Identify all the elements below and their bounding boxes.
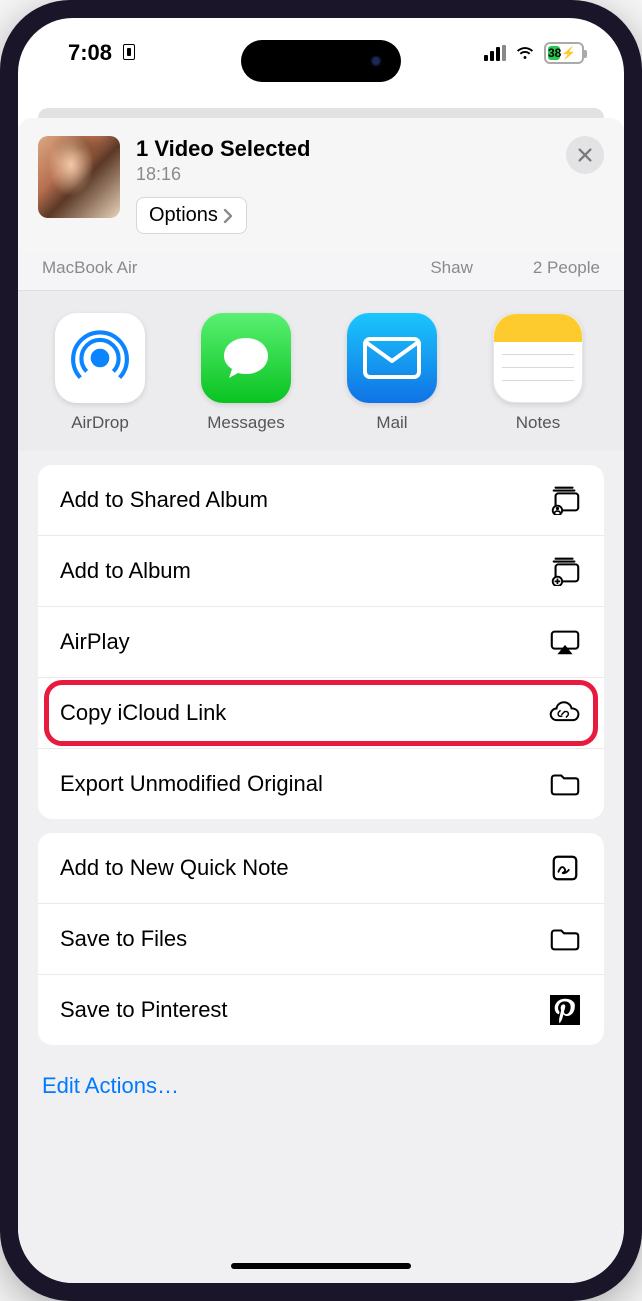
action-label: Add to Album bbox=[60, 558, 191, 584]
action-label: Add to New Quick Note bbox=[60, 855, 289, 881]
header-title: 1 Video Selected bbox=[136, 136, 550, 162]
action-label: AirPlay bbox=[60, 629, 130, 655]
folder-icon bbox=[548, 924, 582, 954]
close-icon bbox=[576, 146, 594, 164]
action-export-original[interactable]: Export Unmodified Original bbox=[38, 749, 604, 819]
status-card-icon bbox=[123, 44, 135, 60]
mail-icon bbox=[347, 313, 437, 403]
status-right: 38⚡ bbox=[484, 42, 584, 64]
airplay-icon bbox=[548, 627, 582, 657]
sheet-header: 1 Video Selected 18:16 Options bbox=[18, 118, 624, 252]
action-group: Add to Shared Album Add to Album AirPlay… bbox=[38, 465, 604, 819]
chevron-right-icon bbox=[222, 208, 234, 224]
quick-note-icon bbox=[548, 853, 582, 883]
action-save-pinterest[interactable]: Save to Pinterest bbox=[38, 975, 604, 1045]
share-sheet: 1 Video Selected 18:16 Options MacBook A… bbox=[18, 118, 624, 1283]
cellular-icon bbox=[484, 45, 506, 61]
action-group: Add to New Quick Note Save to Files Save… bbox=[38, 833, 604, 1045]
status-time: 7:08 bbox=[68, 40, 112, 66]
phone-frame: 7:08 38⚡ 1 Video Selected 18:16 bbox=[0, 0, 642, 1301]
app-notes[interactable]: Notes bbox=[474, 313, 602, 433]
apps-row[interactable]: AirDrop Messages Mail bbox=[18, 291, 624, 451]
battery-icon: 38⚡ bbox=[544, 42, 584, 64]
airdrop-target-label: MacBook Air bbox=[42, 258, 137, 277]
edit-actions-label: Edit Actions… bbox=[42, 1073, 179, 1098]
options-button[interactable]: Options bbox=[136, 197, 247, 234]
home-indicator[interactable] bbox=[231, 1263, 411, 1269]
app-label: Messages bbox=[182, 413, 310, 433]
volume-up-button bbox=[0, 310, 2, 385]
airdrop-target[interactable]: MacBook Air bbox=[42, 258, 137, 278]
side-button bbox=[0, 240, 2, 280]
dynamic-island bbox=[241, 40, 401, 82]
app-airdrop[interactable]: AirDrop bbox=[36, 313, 164, 433]
action-label: Add to Shared Album bbox=[60, 487, 268, 513]
header-info: 1 Video Selected 18:16 Options bbox=[136, 136, 550, 234]
shared-album-icon bbox=[548, 485, 582, 515]
app-mail[interactable]: Mail bbox=[328, 313, 456, 433]
action-airplay[interactable]: AirPlay bbox=[38, 607, 604, 678]
airdrop-targets-row[interactable]: MacBook Air Shaw 2 People bbox=[18, 252, 624, 291]
close-button[interactable] bbox=[566, 136, 604, 174]
app-label: AirDrop bbox=[36, 413, 164, 433]
action-save-files[interactable]: Save to Files bbox=[38, 904, 604, 975]
messages-icon bbox=[201, 313, 291, 403]
options-label: Options bbox=[149, 204, 218, 227]
action-add-shared-album[interactable]: Add to Shared Album bbox=[38, 465, 604, 536]
action-copy-icloud-link[interactable]: Copy iCloud Link bbox=[38, 678, 604, 749]
notes-icon bbox=[493, 313, 583, 403]
media-thumbnail[interactable] bbox=[38, 136, 120, 218]
action-label: Export Unmodified Original bbox=[60, 771, 323, 797]
action-quick-note[interactable]: Add to New Quick Note bbox=[38, 833, 604, 904]
volume-down-button bbox=[0, 400, 2, 475]
action-label: Save to Files bbox=[60, 926, 187, 952]
app-messages[interactable]: Messages bbox=[182, 313, 310, 433]
add-album-icon bbox=[548, 556, 582, 586]
airdrop-target[interactable]: 2 People bbox=[533, 258, 600, 278]
app-label: Notes bbox=[474, 413, 602, 433]
actions-wrap: Add to Shared Album Add to Album AirPlay… bbox=[18, 451, 624, 1127]
airdrop-icon bbox=[55, 313, 145, 403]
action-label: Copy iCloud Link bbox=[60, 700, 226, 726]
app-label: Mail bbox=[328, 413, 456, 433]
airdrop-target-label: 2 People bbox=[533, 258, 600, 277]
icloud-link-icon bbox=[548, 698, 582, 728]
airdrop-target[interactable]: Shaw bbox=[430, 258, 473, 278]
folder-icon bbox=[548, 769, 582, 799]
airdrop-target-label: Shaw bbox=[430, 258, 473, 277]
sheet-stack-indicator bbox=[38, 108, 604, 118]
pinterest-icon bbox=[548, 995, 582, 1025]
edit-actions-link[interactable]: Edit Actions… bbox=[38, 1059, 604, 1107]
header-time: 18:16 bbox=[136, 164, 550, 185]
action-add-album[interactable]: Add to Album bbox=[38, 536, 604, 607]
action-label: Save to Pinterest bbox=[60, 997, 228, 1023]
wifi-icon bbox=[514, 42, 536, 64]
screen: 7:08 38⚡ 1 Video Selected 18:16 bbox=[18, 18, 624, 1283]
status-time-wrap: 7:08 bbox=[68, 40, 135, 66]
